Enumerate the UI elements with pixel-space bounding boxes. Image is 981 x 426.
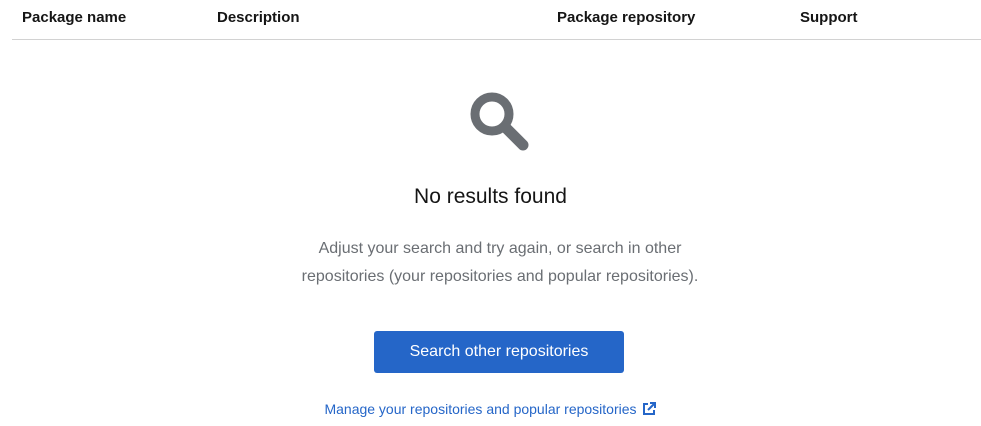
empty-state-title: No results found — [414, 185, 567, 208]
empty-state-body-line-1: Adjust your search and try again, or sea… — [318, 240, 682, 257]
manage-repositories-link[interactable]: Manage your repositories and popular rep… — [324, 401, 656, 417]
search-other-repositories-button[interactable]: Search other repositories — [374, 331, 624, 373]
external-link-icon — [642, 402, 656, 415]
manage-repositories-link-row: Manage your repositories and popular rep… — [0, 401, 981, 417]
column-header-package-repository[interactable]: Package repository — [557, 9, 695, 26]
column-header-description[interactable]: Description — [217, 9, 300, 26]
column-header-support[interactable]: Support — [800, 9, 858, 26]
empty-state-body-line-2: repositories (your repositories and popu… — [301, 268, 699, 285]
column-header-package-name[interactable]: Package name — [22, 9, 126, 26]
table-header: Package name Description Package reposit… — [12, 0, 981, 40]
search-icon — [470, 92, 529, 151]
manage-repositories-link-label: Manage your repositories and popular rep… — [324, 401, 637, 417]
empty-state: No results found Adjust your search and … — [0, 41, 981, 426]
empty-state-body: Adjust your search and try again, or sea… — [240, 235, 760, 291]
